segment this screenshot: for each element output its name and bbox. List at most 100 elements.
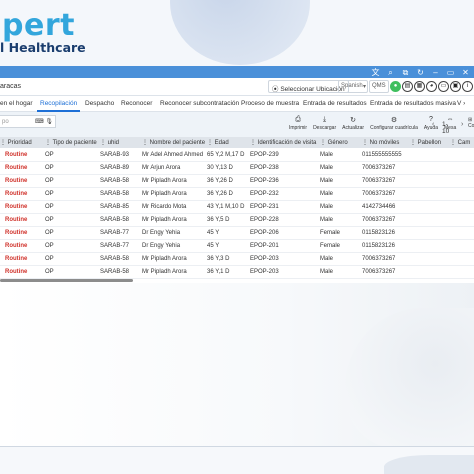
table-row[interactable]: Routine OP SARAB-58 Mr Pipladh Arora 36 Y,1 …	[0, 266, 474, 279]
translate-icon[interactable]: 文	[371, 68, 380, 77]
col-prioridad[interactable]: ⋮ Prioridad	[0, 139, 32, 146]
print-icon[interactable]: ▤	[402, 81, 413, 92]
table-cell: EPOP-239	[250, 152, 279, 158]
users-icon[interactable]: ◕	[426, 81, 437, 92]
table-cell: Mr Adel Ahmed Ahmed	[142, 152, 204, 158]
microphone-icon[interactable]: ●	[390, 81, 401, 92]
table-cell: 36 Y,1 D	[207, 269, 230, 275]
table-cell: Male	[320, 217, 334, 223]
folder-icon[interactable]: ▭	[438, 81, 449, 92]
col-nombre[interactable]: ⋮ Nombre del paciente	[142, 139, 205, 146]
tab-recopilacion[interactable]: Recopilación	[36, 100, 81, 112]
table-cell: Mr Pipladh Arora	[142, 269, 187, 275]
tab-reconocer[interactable]: Reconocer	[121, 100, 152, 107]
col-pabellon[interactable]: ⋮ Pabellon	[410, 139, 441, 146]
footer-decoration	[384, 455, 474, 474]
print-button[interactable]: ⎙ Imprimir	[286, 116, 310, 131]
col-genero[interactable]: ⋮ Género	[320, 139, 348, 146]
location-pin-icon: ⦿	[272, 86, 279, 93]
help-button[interactable]: ? Ayuda	[421, 116, 441, 131]
table-row[interactable]: Routine OP SARAB-58 Mr Pipladh Arora 36 Y,3 …	[0, 253, 474, 266]
zoom-icon[interactable]: ⌕	[386, 68, 395, 77]
table-cell: SARAB-77	[100, 243, 130, 249]
table-cell: SARAB-58	[100, 269, 130, 275]
location-select[interactable]: ⦿ Seleccionar Ubicación	[268, 80, 349, 93]
printer-icon: ⎙	[295, 116, 301, 123]
table-cell: 0115823126	[362, 230, 395, 236]
table-cell: Male	[320, 152, 334, 158]
microphone-icon: 🎙	[45, 119, 53, 125]
content-background	[0, 283, 474, 448]
top-bar: 文 ⌕ ⧉ ↻ – ▭ ✕	[0, 66, 474, 78]
tab-entrada-resultados[interactable]: Entrada de resultados	[303, 100, 367, 107]
col-edad[interactable]: ⋮ Edad	[207, 139, 229, 146]
table-cell: 4142734466	[362, 204, 396, 210]
search-input[interactable]: po ⌨ 🎙	[0, 115, 56, 128]
grid-icon[interactable]: ▦	[414, 81, 425, 92]
table-row[interactable]: Routine OP SARAB-58 Mr Pipladh Arora 36 Y,26…	[0, 188, 474, 201]
tab-overflow[interactable]: V ›	[457, 100, 465, 107]
table-cell: Routine	[5, 256, 28, 262]
download-icon: ⤓	[323, 116, 327, 123]
tab-reconocer-subcontratacion[interactable]: Reconocer subcontratación	[160, 100, 239, 107]
col-cama[interactable]: ⋮ Cam	[450, 139, 470, 146]
table-row[interactable]: Routine OP SARAB-58 Mr Pipladh Arora 36 Y,5 …	[0, 214, 474, 227]
table-cell: 30 Y,13 D	[207, 165, 233, 171]
tab-home[interactable]: en el hogar	[0, 100, 33, 107]
table-header: ⋮ Prioridad ⋮ Tipo de paciente ⋮ uhid ⋮ …	[0, 137, 474, 148]
table-cell: EPOP-236	[250, 178, 279, 184]
background-image	[344, 308, 474, 448]
download-button[interactable]: ⤓ Descargar	[310, 116, 339, 131]
chevron-right-icon[interactable]: ›	[461, 121, 463, 128]
refresh-button[interactable]: ↻ Actualizar	[339, 116, 367, 131]
col-visita[interactable]: ⋮ Identificación de visita	[250, 139, 316, 146]
horizontal-scrollbar[interactable]	[0, 279, 133, 282]
calendar-icon[interactable]: ▣	[450, 81, 461, 92]
table-cell: OP	[45, 204, 54, 210]
table-cell: SARAB-58	[100, 178, 130, 184]
table-cell: Routine	[5, 204, 28, 210]
table-cell: Mr Arjun Arora	[142, 165, 181, 171]
table-cell: Male	[320, 269, 334, 275]
minimize-icon[interactable]: –	[431, 68, 440, 77]
refresh-icon[interactable]: ↻	[416, 68, 425, 77]
col-movil[interactable]: ⋮ No móviles	[362, 139, 399, 146]
close-icon[interactable]: ✕	[461, 68, 470, 77]
puzzle-icon[interactable]: ⧉	[401, 68, 410, 77]
table-cell: 0115823126	[362, 243, 395, 249]
language-select[interactable]: Spanish ▾	[338, 80, 368, 93]
chevron-left-icon[interactable]: ‹	[432, 121, 434, 128]
info-icon[interactable]: i	[462, 81, 473, 92]
table-cell: OP	[45, 230, 54, 236]
location-label[interactable]: aracas	[0, 83, 21, 90]
table-row[interactable]: Routine OP SARAB-58 Mr Pipladh Arora 36 Y,26…	[0, 175, 474, 188]
col-uhid[interactable]: ⋮ uhid	[100, 139, 119, 146]
table-cell: 36 Y,26 D	[207, 178, 233, 184]
table-cell: OP	[45, 191, 54, 197]
table-cell: SARAB-85	[100, 204, 130, 210]
col-tipo-paciente[interactable]: ⋮ Tipo de paciente	[45, 139, 97, 146]
table-cell: Mr Ricardo Mota	[142, 204, 187, 210]
maximize-icon[interactable]: ▭	[446, 68, 455, 77]
column-toggle[interactable]: ⊞ Co	[468, 117, 474, 129]
table-cell: Routine	[5, 230, 28, 236]
table-cell: 7006373267	[362, 165, 396, 171]
table-cell: Female	[320, 243, 341, 249]
table-cell: Routine	[5, 243, 28, 249]
table-cell: SARAB-93	[100, 152, 130, 158]
tab-despacho[interactable]: Despacho	[85, 100, 114, 107]
table-row[interactable]: Routine OP SARAB-77 Dr Engy Yehia 45 Y EPOP-2…	[0, 240, 474, 253]
table-row[interactable]: Routine OP SARAB-77 Dr Engy Yehia 45 Y EPOP-2…	[0, 227, 474, 240]
table-cell: Male	[320, 165, 334, 171]
table-row[interactable]: Routine OP SARAB-93 Mr Adel Ahmed Ahmed 65 Y…	[0, 149, 474, 162]
tab-proceso-muestra[interactable]: Proceso de muestra	[241, 100, 299, 107]
table-cell: EPOP-232	[250, 191, 279, 197]
table-cell: Mr Pipladh Arora	[142, 178, 187, 184]
tab-entrada-resultados-masiva[interactable]: Entrada de resultados masiva	[370, 100, 456, 107]
table-row[interactable]: Routine OP SARAB-89 Mr Arjun Arora 30 Y,13 D…	[0, 162, 474, 175]
table-cell: SARAB-58	[100, 256, 130, 262]
table-cell: EPOP-228	[250, 217, 279, 223]
configure-grid-button[interactable]: ⚙ Configurar cuadrícula	[367, 116, 421, 131]
qms-select[interactable]: QMS	[369, 80, 389, 93]
table-row[interactable]: Routine OP SARAB-85 Mr Ricardo Mota 43 Y,1 M…	[0, 201, 474, 214]
